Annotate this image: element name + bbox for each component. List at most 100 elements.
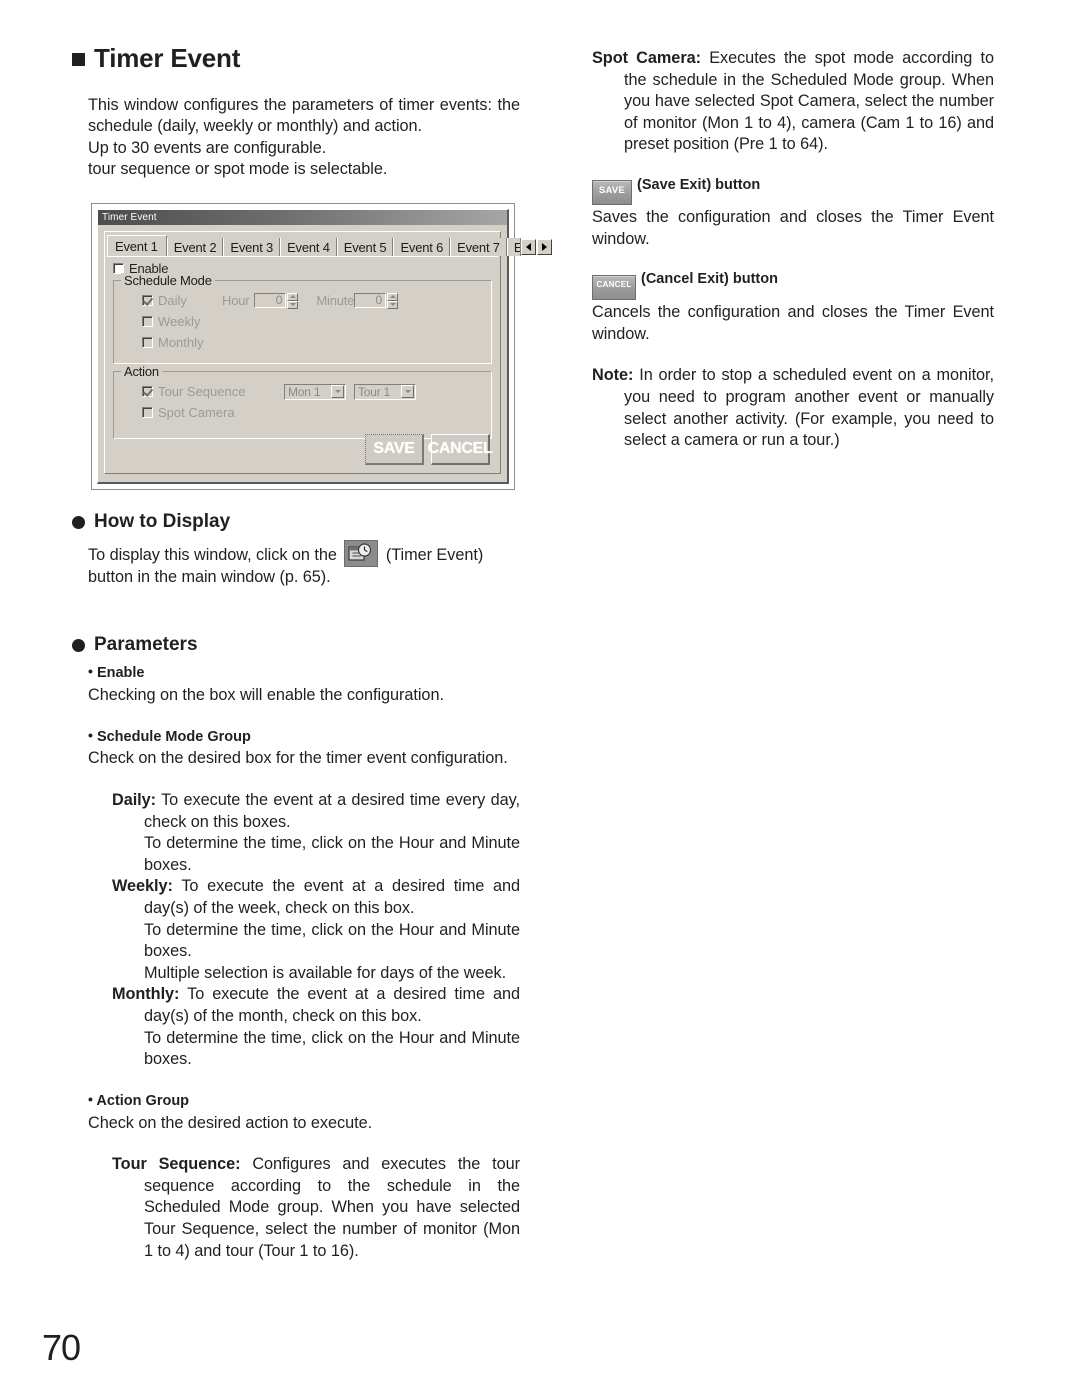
tab-event-8-clipped[interactable]: Ever: [506, 238, 521, 256]
definition-daily-term: Daily:: [112, 791, 157, 810]
how-to-display-heading: How to Display: [72, 511, 520, 534]
chevron-down-icon: [404, 390, 411, 393]
definition-weekly-term: Weekly:: [112, 877, 173, 896]
spot-camera-row: Spot Camera: [142, 403, 485, 422]
page-number: 70: [42, 1327, 81, 1368]
definition-weekly-extra-2: Multiple selection is available for days…: [144, 963, 507, 982]
page-title-text: Timer Event: [94, 43, 241, 73]
param-enable-label: • Enable: [88, 663, 520, 683]
minute-spinner[interactable]: [387, 292, 399, 309]
minute-spinner-down-button[interactable]: [387, 300, 399, 309]
dot-bullet-icon: •: [88, 1090, 93, 1107]
spot-camera-label: Spot Camera: [158, 405, 235, 420]
dialog-cancel-button[interactable]: CANCEL: [428, 434, 493, 465]
tab-scroll-right-button[interactable]: [536, 239, 552, 255]
definition-monthly-extra-1: To determine the time, click on the Hour…: [144, 1028, 520, 1069]
definition-spot-camera-term: Spot Camera:: [592, 49, 701, 67]
cancel-exit-heading: CANCEL (Cancel Exit) button: [592, 270, 994, 301]
param-action-group-body: Check on the desired action to execute.: [88, 1113, 373, 1132]
tab-event-3[interactable]: Event 3: [223, 238, 281, 256]
cancel-badge-icon: CANCEL: [592, 275, 636, 301]
weekly-checkbox[interactable]: [142, 316, 153, 327]
tour-sequence-row: Tour Sequence Mon 1 Tour 1: [142, 382, 485, 401]
triangle-up-icon: [389, 295, 396, 298]
monthly-label: Monthly: [158, 335, 204, 350]
tour-dropdown-value: Tour 1: [358, 384, 391, 399]
daily-label: Daily: [158, 293, 187, 308]
intro-paragraph-2: Up to 30 events are configurable.: [88, 138, 327, 157]
parameters-heading-text: Parameters: [94, 634, 198, 656]
tour-dropdown[interactable]: Tour 1: [354, 383, 416, 400]
weekly-row: Weekly: [142, 312, 485, 331]
schedule-mode-legend: Schedule Mode: [121, 273, 215, 288]
spot-camera-checkbox[interactable]: [142, 407, 153, 418]
timer-event-icon: [344, 539, 379, 567]
weekly-label: Weekly: [158, 314, 201, 329]
intro-paragraph-1: This window configures the parameters of…: [88, 95, 520, 136]
dot-bullet-icon: •: [88, 663, 93, 680]
monthly-row: Monthly: [142, 333, 485, 352]
dot-bullet-icon: •: [88, 726, 93, 743]
page-title: Timer Event: [72, 44, 520, 73]
param-enable-label-text: Enable: [96, 665, 145, 682]
tour-sequence-checkbox[interactable]: [142, 386, 153, 397]
definition-weekly-extra-1: To determine the time, click on the Hour…: [144, 920, 520, 961]
param-schedule-mode-body: Check on the desired box for the timer e…: [88, 749, 508, 768]
how-to-display-heading-text: How to Display: [94, 510, 231, 532]
definition-monthly: Monthly: To execute the event at a desir…: [112, 984, 520, 1027]
tab-scroll-left-button[interactable]: [520, 239, 536, 255]
round-bullet-icon: [72, 639, 85, 653]
minute-field[interactable]: 0: [354, 293, 387, 308]
tab-event-6[interactable]: Event 6: [393, 238, 451, 256]
tab-event-7[interactable]: Event 7: [450, 238, 507, 256]
definition-tour-sequence: Tour Sequence: Configures and executes t…: [112, 1154, 520, 1262]
action-definitions: Tour Sequence: Configures and executes t…: [112, 1154, 520, 1262]
tab-scroll-buttons: [520, 239, 552, 256]
minute-spinner-up-button[interactable]: [387, 292, 399, 301]
tour-sequence-label: Tour Sequence: [158, 384, 246, 399]
dialog-titlebar: Timer Event: [98, 210, 507, 225]
dialog-button-bar: SAVE CANCEL: [365, 434, 493, 465]
definition-spot-camera: Spot Camera: Executes the spot mode acco…: [592, 48, 994, 156]
definition-daily-extra-1: To determine the time, click on the Hour…: [144, 834, 520, 874]
param-action-group-label-text: Action Group: [96, 1092, 190, 1109]
definition-weekly-desc: To execute the event at a desired time a…: [144, 877, 520, 917]
param-schedule-mode-label-text: Schedule Mode Group: [96, 728, 251, 745]
param-enable-body: Checking on the box will enable the conf…: [88, 686, 444, 704]
dialog-client-area: Event 1 Event 2 Event 3 Event 4 Event 5 …: [104, 231, 552, 474]
hour-spinner-down-button[interactable]: [287, 300, 299, 309]
monitor-dropdown[interactable]: Mon 1: [284, 383, 346, 400]
minute-label: Minute: [316, 293, 355, 308]
hour-label: Hour: [222, 293, 250, 308]
triangle-right-icon: [541, 243, 547, 251]
monthly-checkbox[interactable]: [142, 337, 153, 348]
hour-spinner-up-button[interactable]: [287, 292, 299, 301]
note-term: Note:: [592, 366, 634, 385]
tab-event-1[interactable]: Event 1: [107, 235, 167, 256]
definition-daily: Daily: To execute the event at a desired…: [112, 790, 520, 833]
how-to-display-text-before: To display this window, click on the: [88, 545, 337, 564]
hour-spinner[interactable]: [287, 292, 299, 309]
tab-event-2[interactable]: Event 2: [166, 238, 224, 256]
tab-event-4[interactable]: Event 4: [280, 238, 337, 256]
triangle-down-icon: [389, 303, 396, 306]
tour-dropdown-arrow-button[interactable]: [401, 385, 414, 398]
daily-checkbox[interactable]: [142, 295, 153, 306]
definition-daily-desc: To execute the event at a desired time e…: [144, 791, 520, 831]
monitor-dropdown-arrow-button[interactable]: [331, 385, 344, 398]
event-tabstrip: Event 1 Event 2 Event 3 Event 4 Event 5 …: [107, 234, 552, 257]
tab-event-5[interactable]: Event 5: [336, 238, 394, 256]
triangle-left-icon: [525, 243, 531, 251]
timer-event-dialog-figure: Timer Event Event 1 Event 2 Event 3 Even…: [91, 203, 552, 490]
cancel-exit-body: Cancels the configuration and closes the…: [592, 303, 994, 343]
dialog-window: Timer Event Event 1 Event 2 Event 3 Even…: [97, 209, 552, 484]
hour-field[interactable]: 0: [254, 293, 287, 308]
dialog-save-button[interactable]: SAVE: [365, 434, 424, 465]
param-action-group-label: • Action Group: [88, 1091, 520, 1111]
schedule-mode-definitions: Daily: To execute the event at a desired…: [112, 790, 520, 1071]
